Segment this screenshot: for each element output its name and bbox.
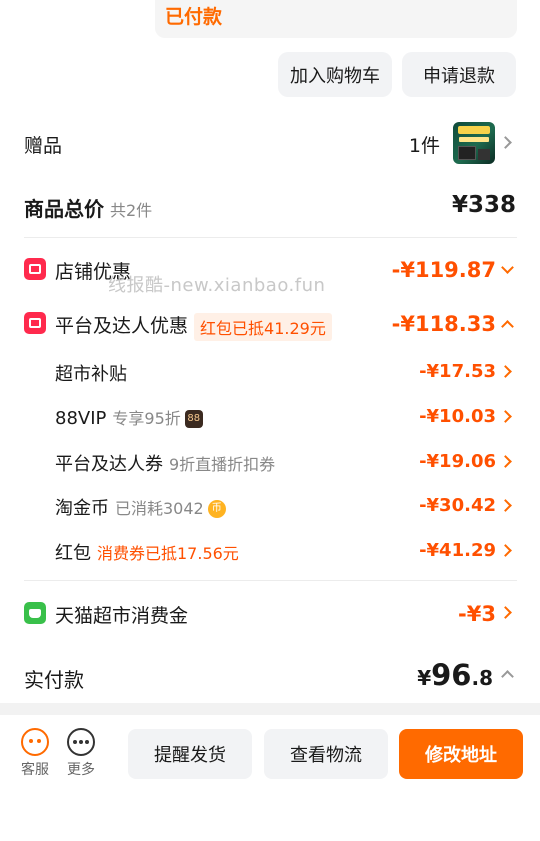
paid-decimal: .8 <box>471 666 493 690</box>
apply-refund-button[interactable]: 申请退款 <box>402 52 516 97</box>
platform-coupon-amount: -¥19.06 <box>419 451 496 472</box>
chevron-right-icon[interactable] <box>499 499 512 512</box>
platform-coupon-row: 平台及达人券 9折直播折扣券 <box>55 450 275 476</box>
chevron-right-icon[interactable] <box>499 410 512 423</box>
taojinbi-amount: -¥30.42 <box>419 495 496 516</box>
chevron-right-icon[interactable] <box>499 544 512 557</box>
platform-coupon-icon <box>24 312 46 334</box>
chevron-right-icon[interactable] <box>499 606 512 619</box>
red-packet-tag: 红包已抵41.29元 <box>194 312 332 341</box>
shop-discount-amount: -¥119.87 <box>391 258 496 282</box>
order-status-card: 已付款 <box>155 0 517 38</box>
tmall-cat-icon <box>24 602 46 624</box>
coin-icon: 币 <box>207 500 226 518</box>
divider <box>24 580 517 581</box>
tmall-fund-amount: -¥3 <box>458 602 496 626</box>
subsidy-amount: -¥17.53 <box>419 361 496 382</box>
red-packet-label: 红包 <box>55 543 91 564</box>
chevron-right-icon[interactable] <box>499 365 512 378</box>
red-packet-note: 消费券已抵17.56元 <box>97 544 239 563</box>
more-button[interactable]: 更多 <box>61 728 101 779</box>
vip-label: 88VIP <box>55 408 107 429</box>
customer-service-button[interactable]: 客服 <box>15 728 55 779</box>
watermark-text: 线报酷-new.xianbao.fun <box>108 275 326 296</box>
section-separator <box>0 703 540 715</box>
chevron-up-icon[interactable] <box>501 670 514 683</box>
change-address-button[interactable]: 修改地址 <box>399 729 523 779</box>
platform-discount-label: 平台及达人优惠 <box>55 315 189 337</box>
chevron-up-icon[interactable] <box>501 320 514 333</box>
gift-count: 1件 <box>408 135 440 157</box>
goods-total-row: 商品总价 共2件 <box>24 193 152 222</box>
chevron-right-icon[interactable] <box>499 455 512 468</box>
gift-label: 赠品 <box>24 135 63 157</box>
order-status-label: 已付款 <box>165 6 223 28</box>
platform-coupon-note: 9折直播折扣券 <box>169 455 276 474</box>
remind-shipping-button[interactable]: 提醒发货 <box>128 729 252 779</box>
subsidy-label: 超市补贴 <box>55 364 127 385</box>
more-label: 更多 <box>67 762 95 778</box>
chevron-down-icon[interactable] <box>501 261 514 274</box>
gift-thumbnail[interactable] <box>453 122 495 164</box>
taojinbi-label: 淘金币 <box>55 498 109 519</box>
vip-88-badge-icon: 88 <box>184 410 203 428</box>
vip-row: 88VIP 专享95折 88 <box>55 405 203 429</box>
paid-currency: ¥ <box>417 666 432 690</box>
goods-total-price: ¥338 <box>451 192 516 218</box>
platform-coupon-label: 平台及达人券 <box>55 454 163 475</box>
platform-discount-amount: -¥118.33 <box>391 312 496 336</box>
tmall-fund-label: 天猫超市消费金 <box>55 605 189 627</box>
divider <box>24 237 517 238</box>
red-packet-row: 红包 消费券已抵17.56元 <box>55 539 239 565</box>
customer-service-icon <box>21 728 49 756</box>
paid-label: 实付款 <box>24 668 84 692</box>
customer-service-label: 客服 <box>21 762 49 778</box>
more-icon <box>67 728 95 756</box>
taojinbi-note: 已消耗3042 <box>115 499 204 518</box>
platform-discount-row: 平台及达人优惠 红包已抵41.29元 <box>55 311 332 341</box>
paid-integer: 96 <box>431 658 472 692</box>
chevron-right-icon[interactable] <box>499 136 512 149</box>
view-logistics-button[interactable]: 查看物流 <box>264 729 388 779</box>
paid-amount: ¥96.8 <box>417 658 493 692</box>
vip-amount: -¥10.03 <box>419 406 496 427</box>
goods-total-label: 商品总价 <box>24 197 104 221</box>
goods-count: 共2件 <box>110 201 153 220</box>
shop-icon <box>24 258 46 280</box>
taojinbi-row: 淘金币 已消耗3042 币 <box>55 494 226 520</box>
vip-note: 专享95折 <box>112 409 181 428</box>
add-to-cart-button[interactable]: 加入购物车 <box>278 52 392 97</box>
red-packet-amount: -¥41.29 <box>419 540 496 561</box>
